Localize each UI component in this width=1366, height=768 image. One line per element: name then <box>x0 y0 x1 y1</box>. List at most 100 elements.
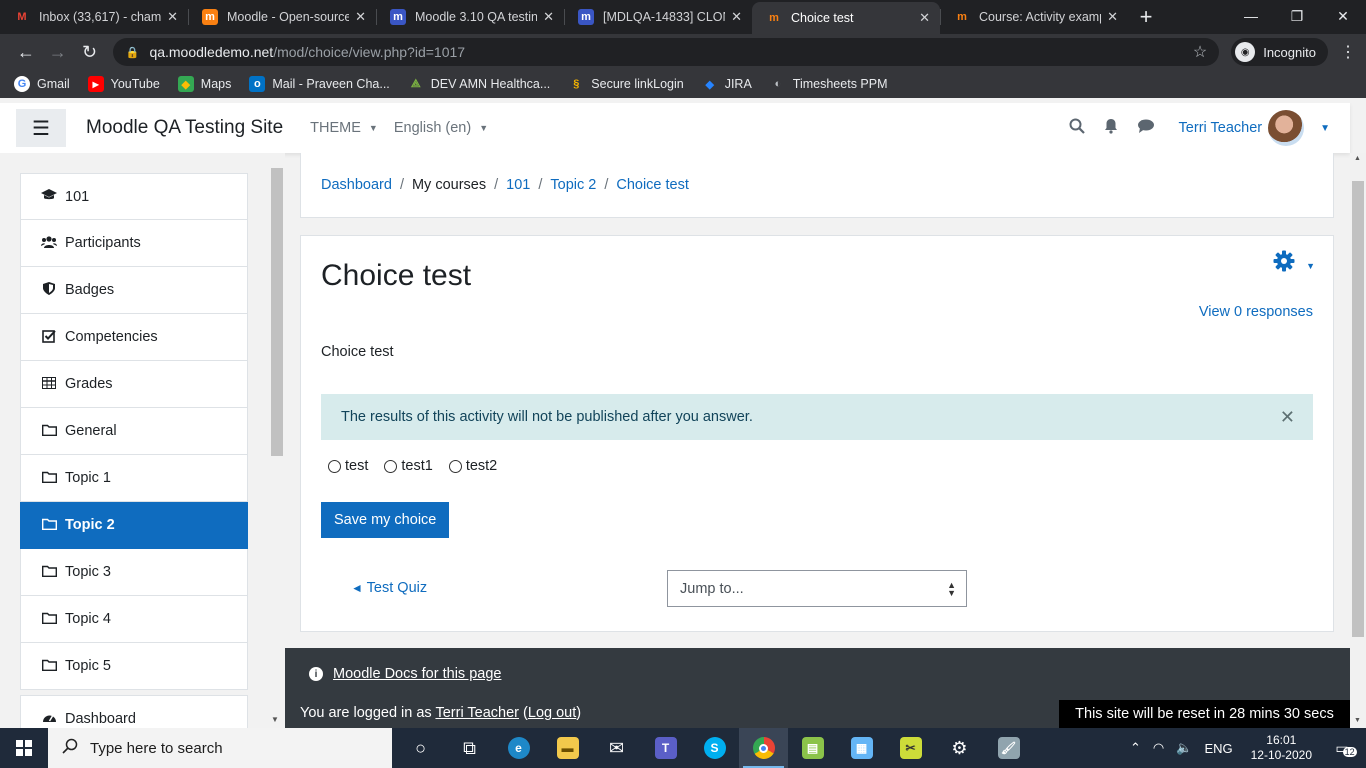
browser-tab[interactable]: m [MDLQA-14833] CLONE ✕ <box>564 0 752 34</box>
scrollbar-thumb[interactable] <box>271 168 283 456</box>
activity-settings-menu[interactable]: ▼ <box>1273 250 1315 279</box>
teams-icon[interactable]: T <box>641 728 690 768</box>
bell-icon[interactable] <box>1103 118 1119 139</box>
bookmark-item[interactable]: § Secure linkLogin <box>568 76 683 92</box>
footer-user-link[interactable]: Terri Teacher <box>435 705 519 721</box>
page-scrollbar[interactable]: ▲ ▼ <box>1350 153 1366 728</box>
reload-icon[interactable]: ↻ <box>74 36 106 68</box>
close-icon[interactable]: ✕ <box>1107 9 1118 25</box>
url-text[interactable]: qa.moodledemo.net/mod/choice/view.php?id… <box>149 44 1192 60</box>
scroll-down-icon[interactable]: ▼ <box>271 715 279 724</box>
moodle-docs-link[interactable]: i Moodle Docs for this page <box>309 666 501 682</box>
radio-button[interactable] <box>448 459 462 473</box>
jump-to-select[interactable]: Jump to... ▲ ▼ <box>667 570 967 607</box>
breadcrumb-course[interactable]: 101 <box>506 177 530 193</box>
bookmark-star-icon[interactable]: ☆ <box>1193 42 1207 62</box>
language-menu[interactable]: English (en) ▼ <box>394 120 488 136</box>
drawer-item-badges[interactable]: Badges <box>20 267 248 314</box>
chrome-icon[interactable] <box>739 728 788 768</box>
taskbar-clock[interactable]: 16:01 12-10-2020 <box>1251 733 1312 763</box>
bookmark-item[interactable]: ▶ YouTube <box>87 76 160 92</box>
chevron-up-icon[interactable]: ⌃ <box>1130 740 1141 756</box>
save-my-choice-button[interactable]: Save my choice <box>321 502 450 538</box>
scrollbar-thumb[interactable] <box>1352 181 1364 637</box>
drawer-item-competencies[interactable]: Competencies <box>20 314 248 361</box>
new-tab-button[interactable]: + <box>1128 0 1164 34</box>
choice-option[interactable]: test <box>328 458 368 474</box>
drawer-item-topic-2[interactable]: Topic 2 <box>20 502 248 549</box>
drawer-item-participants[interactable]: Participants <box>20 220 248 267</box>
start-button[interactable] <box>0 728 48 768</box>
choice-option-label[interactable]: test1 <box>401 458 432 474</box>
drawer-item-topic-5[interactable]: Topic 5 <box>20 643 248 690</box>
browser-tab[interactable]: m Course: Activity exampl ✕ <box>940 0 1128 34</box>
browser-tab[interactable]: m Moodle 3.10 QA testing ✕ <box>376 0 564 34</box>
language-indicator[interactable]: ENG <box>1204 741 1232 756</box>
drawer-item-dashboard[interactable]: Dashboard <box>20 695 248 728</box>
drawer-item-topic-1[interactable]: Topic 1 <box>20 455 248 502</box>
volume-icon[interactable]: 🔈 <box>1176 740 1192 756</box>
taskbar-search[interactable]: Type here to search <box>48 728 392 768</box>
moodle-docs-label[interactable]: Moodle Docs for this page <box>333 666 501 682</box>
skype-icon[interactable]: S <box>690 728 739 768</box>
close-icon[interactable]: ✕ <box>167 9 178 25</box>
drawer-item-topic-4[interactable]: Topic 4 <box>20 596 248 643</box>
bookmark-item[interactable]: ◆ Maps <box>177 76 231 92</box>
radio-button[interactable] <box>384 459 398 473</box>
bookmark-item[interactable]: ◆ JIRA <box>702 76 751 92</box>
avatar[interactable] <box>1268 110 1305 146</box>
maximize-icon[interactable]: ❐ <box>1274 0 1320 32</box>
radio-button[interactable] <box>328 459 341 473</box>
drawer-scrollbar[interactable]: ▼ <box>269 168 283 728</box>
close-icon[interactable]: ✕ <box>1280 407 1295 428</box>
close-window-icon[interactable]: ✕ <box>1320 0 1366 32</box>
close-icon[interactable]: ✕ <box>355 9 366 25</box>
close-icon[interactable]: ✕ <box>543 9 554 25</box>
scroll-up-icon[interactable]: ▲ <box>1354 155 1361 162</box>
mail-icon[interactable]: ✉ <box>592 728 641 768</box>
drawer-item-topic-3[interactable]: Topic 3 <box>20 549 248 596</box>
edge-icon[interactable]: e <box>494 728 543 768</box>
snipping-tool-icon[interactable]: ✂ <box>886 728 935 768</box>
breadcrumb-activity[interactable]: Choice test <box>616 177 689 193</box>
file-explorer-icon[interactable]: ▬ <box>543 728 592 768</box>
browser-tab[interactable]: M Inbox (33,617) - chama ✕ <box>0 0 188 34</box>
bookmark-item[interactable]: ◐ Timesheets PPM <box>770 76 887 92</box>
bookmark-item[interactable]: ⟁ DEV AMN Healthca... <box>408 76 550 92</box>
choice-option-label[interactable]: test2 <box>466 458 497 474</box>
paint-icon[interactable]: 🖌 <box>984 728 1033 768</box>
close-icon[interactable]: ✕ <box>919 10 930 26</box>
notepad-icon[interactable]: ▤ <box>788 728 837 768</box>
drawer-item-grades[interactable]: Grades <box>20 361 248 408</box>
theme-menu[interactable]: THEME ▼ <box>310 120 378 136</box>
back-icon[interactable]: ← <box>10 36 42 68</box>
bookmark-item[interactable]: G Gmail <box>14 76 70 92</box>
view-responses-link[interactable]: View 0 responses <box>1199 304 1313 320</box>
browser-tab[interactable]: m Moodle - Open-source ✕ <box>188 0 376 34</box>
browser-menu-icon[interactable]: ⋮ <box>1340 42 1356 62</box>
drawer-item-course[interactable]: 101 <box>20 173 248 220</box>
breadcrumb-section[interactable]: Topic 2 <box>550 177 596 193</box>
address-bar[interactable]: 🔒 qa.moodledemo.net/mod/choice/view.php?… <box>113 38 1220 66</box>
settings-gear-icon[interactable]: ⚙ <box>935 728 984 768</box>
search-icon[interactable] <box>1069 118 1085 139</box>
forward-icon[interactable]: → <box>42 36 74 68</box>
bookmark-item[interactable]: o Mail - Praveen Cha... <box>249 76 390 92</box>
notification-center-icon[interactable]: ▭ 12 <box>1326 728 1366 768</box>
close-icon[interactable]: ✕ <box>731 9 742 25</box>
choice-option[interactable]: test1 <box>384 458 433 474</box>
wifi-icon[interactable]: ◠ <box>1153 740 1164 756</box>
scroll-down-icon[interactable]: ▼ <box>1354 717 1361 724</box>
caret-down-icon[interactable]: ▼ <box>1320 123 1330 134</box>
choice-option[interactable]: test2 <box>448 458 497 474</box>
user-menu-name[interactable]: Terri Teacher <box>1179 120 1263 136</box>
site-name[interactable]: Moodle QA Testing Site <box>86 117 283 139</box>
breadcrumb-dashboard[interactable]: Dashboard <box>321 177 392 193</box>
incognito-indicator[interactable]: ◉ Incognito <box>1231 38 1328 66</box>
cortana-icon[interactable]: ○ <box>396 728 445 768</box>
previous-activity-link[interactable]: ◄ Test Quiz <box>351 580 427 596</box>
lock-icon[interactable]: 🔒 <box>125 46 139 59</box>
app-icon[interactable]: ▦ <box>837 728 886 768</box>
browser-tab-active[interactable]: m Choice test ✕ <box>752 2 940 34</box>
drawer-item-general[interactable]: General <box>20 408 248 455</box>
